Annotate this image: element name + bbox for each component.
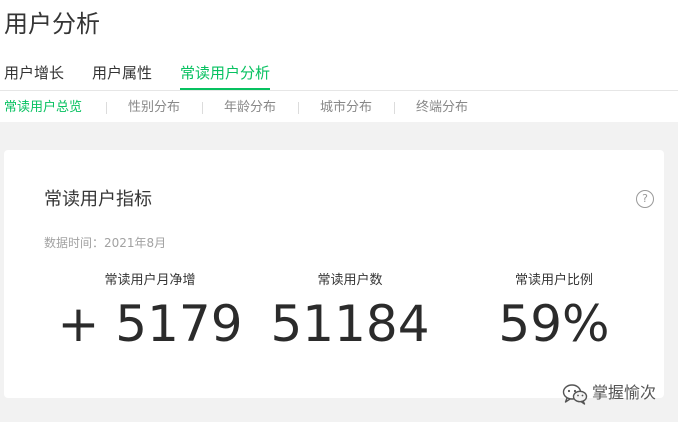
data-time: 数据时间：2021年8月 bbox=[44, 236, 167, 250]
card-title: 常读用户指标 bbox=[44, 189, 152, 210]
subtab-device[interactable]: 终端分布 bbox=[416, 98, 468, 118]
watermark: 掌握愉次 bbox=[562, 380, 656, 406]
question-circle-icon[interactable]: ? bbox=[636, 190, 654, 208]
metric-monthly-net-increase: 常读用户月净增 + 5179 bbox=[50, 272, 250, 352]
page-header: 用户分析 用户增长 用户属性 常读用户分析 常读用户总览 性别分布 年龄分布 城… bbox=[0, 0, 678, 122]
metric-value: + 5179 bbox=[57, 295, 243, 353]
page-title: 用户分析 bbox=[4, 10, 100, 38]
subtab-frequent-reader-overview[interactable]: 常读用户总览 bbox=[4, 98, 82, 118]
main-tab-bar: 用户增长 用户属性 常读用户分析 bbox=[0, 60, 678, 91]
watermark-text: 掌握愉次 bbox=[592, 383, 657, 402]
metric-value: 59% bbox=[498, 295, 610, 353]
tab-user-attributes[interactable]: 用户属性 bbox=[92, 60, 152, 86]
tab-user-growth[interactable]: 用户增长 bbox=[4, 60, 64, 86]
frequent-reader-metrics-card: 常读用户指标 ? 数据时间：2021年8月 常读用户月净增 + 5179 常读用… bbox=[4, 150, 664, 398]
wechat-icon bbox=[562, 383, 588, 405]
metric-label: 常读用户月净增 bbox=[104, 273, 196, 288]
subtab-age[interactable]: 年龄分布 bbox=[224, 98, 276, 118]
sub-tab-bar: 常读用户总览 性别分布 年龄分布 城市分布 终端分布 bbox=[0, 98, 678, 118]
subtab-divider bbox=[298, 102, 299, 114]
subtab-gender[interactable]: 性别分布 bbox=[128, 98, 180, 118]
metric-label: 常读用户数 bbox=[317, 273, 383, 288]
metric-value: 51184 bbox=[270, 295, 430, 353]
metric-label: 常读用户比例 bbox=[514, 273, 593, 288]
subtab-divider bbox=[106, 102, 107, 114]
tab-frequent-reader-analysis[interactable]: 常读用户分析 bbox=[180, 60, 271, 90]
subtab-city[interactable]: 城市分布 bbox=[320, 98, 372, 118]
subtab-divider bbox=[202, 102, 203, 114]
subtab-divider bbox=[394, 102, 395, 114]
metric-frequent-reader-count: 常读用户数 51184 bbox=[250, 272, 450, 352]
metric-frequent-reader-ratio: 常读用户比例 59% bbox=[454, 272, 654, 352]
